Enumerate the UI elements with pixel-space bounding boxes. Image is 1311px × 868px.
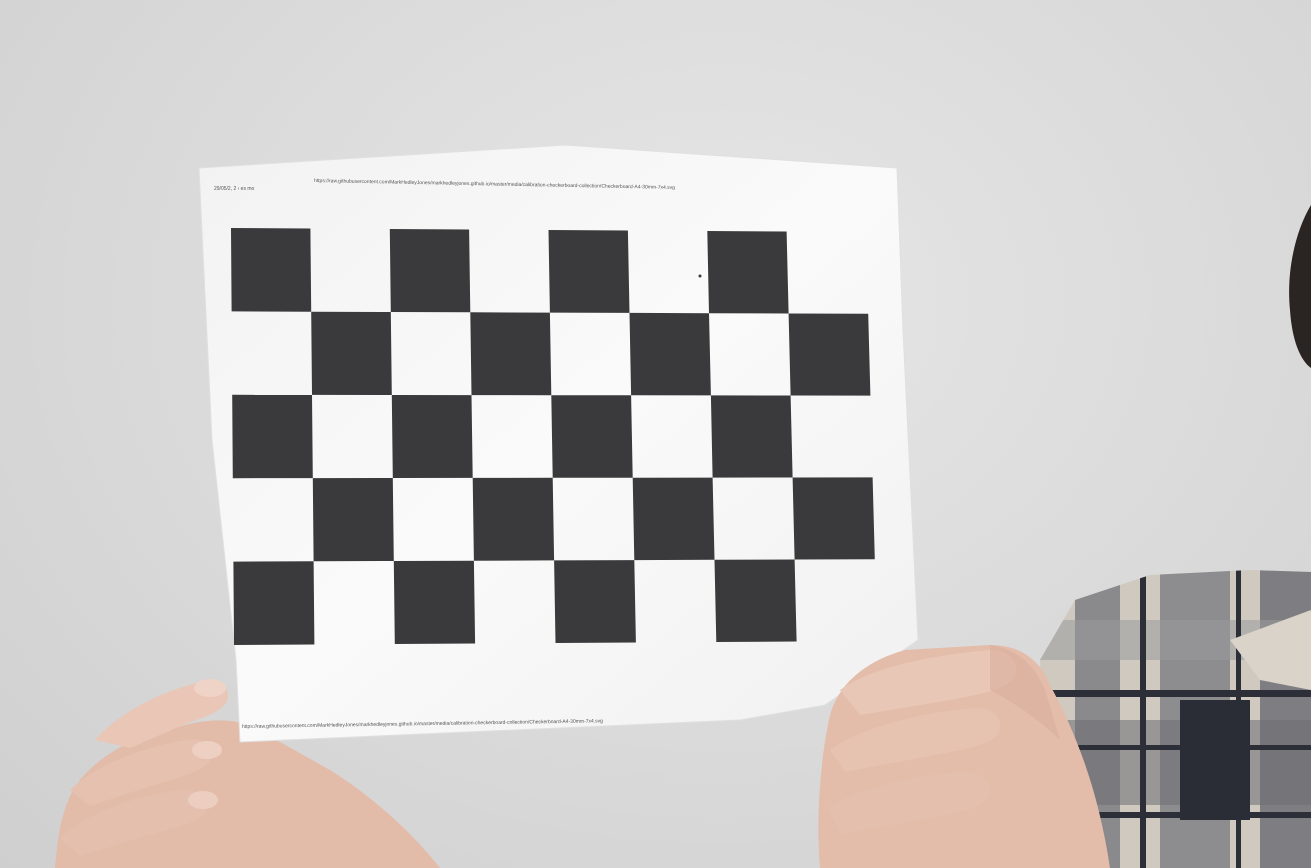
checker-square-r3-c7 — [792, 477, 875, 560]
checker-square-r4-c0 — [233, 561, 315, 645]
checker-square-r3-c1 — [312, 478, 394, 562]
checker-square-r2-c2 — [391, 395, 473, 478]
checker-square-r4-c2 — [393, 560, 476, 644]
sheet-header-left: 29/05/2, 2 ‹ es mo — [214, 186, 255, 192]
photo-scene: 29/05/2, 2 ‹ es mo https://raw.githubuse… — [0, 0, 1311, 868]
checker-square-r3-c5 — [632, 477, 715, 561]
paper-speck — [698, 274, 702, 278]
checker-square-r2-c6 — [710, 395, 793, 478]
checker-square-r0-c4 — [548, 230, 630, 313]
checker-square-r0-c6 — [707, 231, 789, 314]
checker-square-r1-c3 — [470, 312, 552, 396]
checker-square-r1-c7 — [788, 313, 871, 396]
checker-square-r4-c4 — [554, 560, 636, 643]
checker-square-r2-c0 — [232, 394, 313, 479]
checker-square-r0-c2 — [389, 229, 471, 313]
checker-square-r1-c1 — [311, 311, 392, 395]
checker-square-r1-c5 — [629, 312, 711, 396]
hair — [1289, 205, 1311, 368]
checker-square-r4-c6 — [714, 559, 797, 642]
scene-drawing: 29/05/2, 2 ‹ es mo https://raw.githubuse… — [55, 144, 1311, 868]
checker-square-r0-c0 — [231, 228, 312, 312]
checker-square-r2-c4 — [551, 395, 633, 478]
checker-square-r3-c3 — [472, 477, 555, 561]
